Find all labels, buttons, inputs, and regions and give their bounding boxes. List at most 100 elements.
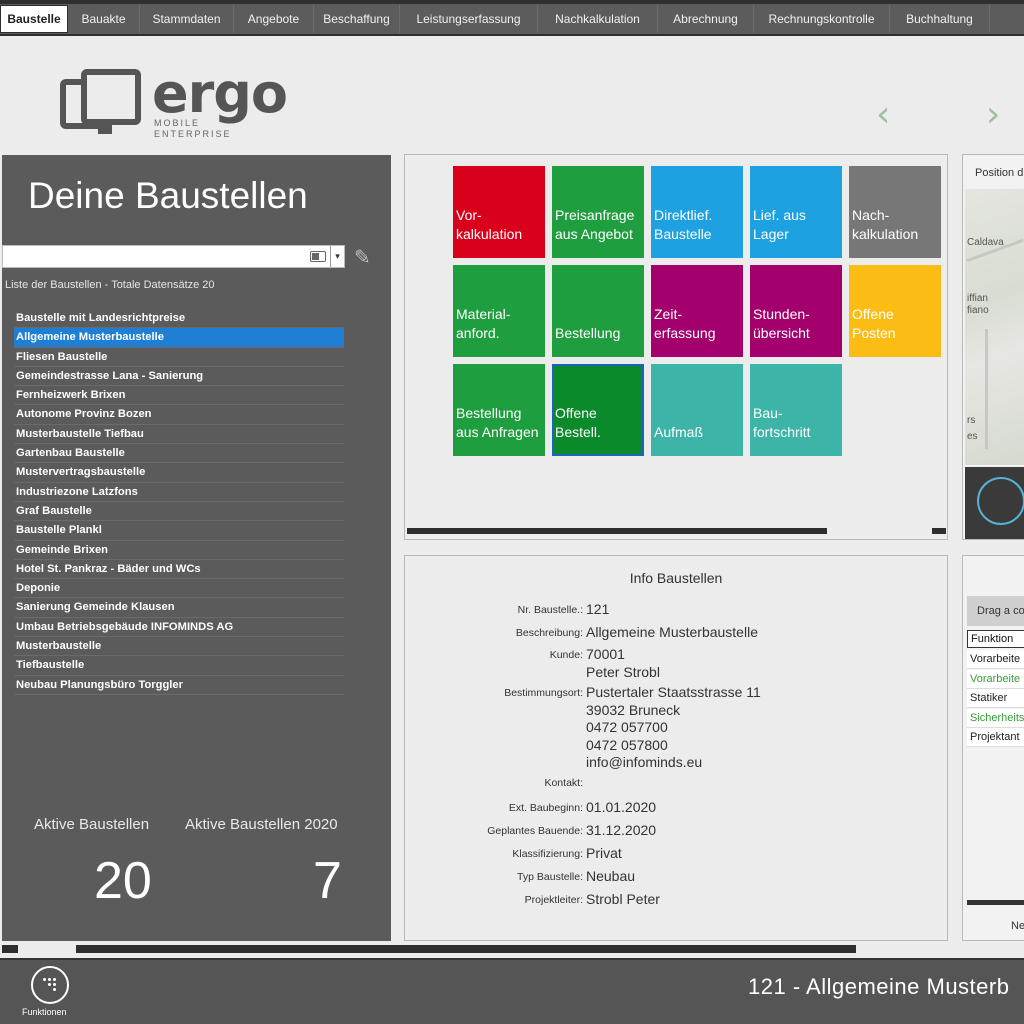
list-item[interactable]: Autonome Provinz Bozen (14, 405, 344, 425)
list-item[interactable]: Musterbaustelle (14, 637, 344, 657)
list-item[interactable]: Fliesen Baustelle (14, 348, 344, 367)
tiles-scrollbar-end[interactable] (932, 528, 946, 534)
grid-column-header[interactable]: Funktion (967, 630, 1024, 648)
info-value: 70001 Peter Strobl (586, 646, 660, 680)
nav-prev-icon[interactable]: ‹ (876, 94, 890, 135)
tile-button[interactable]: Zeit-erfassung (651, 265, 743, 357)
tile-label-line1: Bau- (753, 405, 783, 421)
menu-item-nachkalkulation[interactable]: Nachkalkulation (538, 5, 658, 33)
tile-button[interactable]: Vor-kalkulation (453, 166, 545, 258)
info-label: Kunde: (549, 649, 583, 661)
info-label: Klassifizierung: (512, 848, 583, 860)
list-item[interactable]: Neubau Planungsbüro Torggler (14, 676, 344, 695)
main-scrollbar-left[interactable] (2, 945, 18, 953)
tile-button[interactable]: Lief. aus Lager (750, 166, 842, 258)
map-view[interactable]: Caldava iffian fiano rs es (965, 189, 1024, 465)
tile-button[interactable]: Bestellung aus Anfragen (453, 364, 545, 456)
record-count: Liste der Baustellen - Totale Datensätze… (5, 279, 215, 291)
main-scrollbar[interactable] (76, 945, 856, 953)
list-item[interactable]: Industriezone Latzfons (14, 483, 344, 502)
list-item[interactable]: Gartenbau Baustelle (14, 444, 344, 464)
tile-label-line2: Posten (852, 325, 896, 341)
tile-label-line1: Preisanfrage (555, 207, 635, 223)
tile-label-line1: Zeit- (654, 306, 682, 322)
tile-button[interactable]: Stunden-übersicht (750, 265, 842, 357)
info-label: Ext. Baubeginn: (508, 802, 583, 814)
tile-button[interactable]: Direktlief. Baustelle (651, 166, 743, 258)
tile-label-line2: kalkulation (456, 226, 523, 242)
tile-label-line1: Lief. aus (753, 207, 806, 223)
menu-item-buchhaltung[interactable]: Buchhaltung (890, 5, 990, 33)
tile-button[interactable]: Nach-kalkulation (849, 166, 941, 258)
list-item[interactable]: Gemeinde Brixen (14, 541, 344, 560)
table-row[interactable]: Statiker (967, 689, 1024, 708)
nav-next-icon[interactable]: › (986, 94, 1000, 135)
list-item[interactable]: Baustelle mit Landesrichtpreise (14, 309, 344, 329)
panel-title: Deine Baustellen (28, 175, 308, 216)
menu-item-leistungserfassung[interactable]: Leistungserfassung (400, 5, 538, 33)
baustellen-panel: Deine Baustellen ▾ ✎ Liste der Baustelle… (2, 155, 391, 941)
info-label: Geplantes Bauende: (487, 825, 583, 837)
info-label: Nr. Baustelle.: (517, 604, 583, 616)
menu-item-baustelle[interactable]: Baustelle (0, 5, 68, 33)
map-label: rs (967, 415, 976, 426)
menu-item-beschaffung[interactable]: Beschaffung (314, 5, 400, 33)
active-sites-label: Aktive Baustellen (34, 816, 150, 833)
ergo-logo: ergo MOBILE ENTERPRISE (60, 62, 290, 146)
tile-label-line1: Bestellung (456, 405, 522, 421)
baustellen-list: Baustelle mit Landesrichtpreise Allgemein… (14, 309, 344, 695)
list-item[interactable]: Allgemeine Musterbaustelle (14, 328, 344, 348)
list-item[interactable]: Umbau Betriebsgebäude INFOMINDS AG (14, 618, 344, 638)
map-label: iffian (967, 293, 988, 304)
list-item[interactable]: Tiefbaustelle (14, 656, 344, 676)
tile-label-line2: fortschritt (753, 424, 811, 440)
menu-item-rechnungskontrolle[interactable]: Rechnungskontrolle (754, 5, 890, 33)
table-row[interactable]: Vorarbeite (967, 669, 1024, 689)
list-item[interactable]: Baustelle Plankl (14, 521, 344, 541)
map-controls (965, 467, 1024, 539)
list-item[interactable]: Deponie (14, 579, 344, 599)
devices-icon (60, 69, 141, 134)
pencil-icon[interactable]: ✎ (354, 245, 371, 270)
info-value: Allgemeine Musterbaustelle (586, 624, 758, 640)
table-row[interactable]: Vorarbeite (967, 650, 1024, 669)
tile-button[interactable]: Bau-fortschritt (750, 364, 842, 456)
footer-bar: Funktionen 121 - Allgemeine Musterb (0, 958, 1024, 1024)
grid-footer-text: Ne (1011, 920, 1024, 932)
list-item[interactable]: Sanierung Gemeinde Klausen (14, 598, 344, 618)
menu-item-abrechnung[interactable]: Abrechnung (658, 5, 754, 33)
tile-button[interactable]: Bestellung (552, 265, 644, 357)
list-item[interactable]: Musterbaustelle Tiefbau (14, 425, 344, 445)
list-item[interactable]: Fernheizwerk Brixen (14, 386, 344, 406)
filter-select[interactable]: ▾ (2, 245, 345, 268)
menu-item-bauakte[interactable]: Bauakte (68, 5, 140, 33)
tile-button[interactable]: Offene Bestell. (552, 364, 644, 456)
info-value: Strobl Peter (586, 891, 660, 907)
info-value: Privat (586, 845, 622, 861)
grid-scrollbar[interactable] (967, 900, 1024, 905)
chevron-down-icon[interactable]: ▾ (330, 246, 344, 267)
functions-button[interactable] (31, 966, 69, 1004)
tile-button[interactable]: Aufmaß (651, 364, 743, 456)
table-row[interactable]: Projektant (967, 728, 1024, 747)
tile-button[interactable]: Material-anford. (453, 265, 545, 357)
menu-item-angebote[interactable]: Angebote (234, 5, 314, 33)
list-item[interactable]: Gemeindestrasse Lana - Sanierung (14, 367, 344, 387)
menu-item-stammdaten[interactable]: Stammdaten (140, 5, 234, 33)
tile-label-line1: Stunden- (753, 306, 810, 322)
tile-button[interactable]: Preisanfrage aus Angebot (552, 166, 644, 258)
map-label: Caldava (967, 237, 1004, 248)
list-item[interactable]: Hotel St. Pankraz - Bäder und WCs (14, 560, 344, 580)
active-sites-year-label: Aktive Baustellen 2020 (185, 816, 338, 833)
tile-label-line1: Direktlief. (654, 207, 713, 223)
list-item[interactable]: Mustervertragsbaustelle (14, 463, 344, 483)
tiles-scrollbar[interactable] (407, 528, 827, 534)
table-row[interactable]: Sicherheits (967, 708, 1024, 728)
tile-button[interactable]: Offene Posten (849, 265, 941, 357)
tile-label-line2: aus Anfragen (456, 424, 539, 440)
list-item[interactable]: Graf Baustelle (14, 502, 344, 522)
group-drag-area[interactable]: Drag a co (967, 596, 1024, 626)
map-pan-control-icon[interactable] (977, 477, 1024, 525)
info-value: 01.01.2020 (586, 799, 657, 815)
toggle-icon[interactable] (310, 251, 326, 262)
